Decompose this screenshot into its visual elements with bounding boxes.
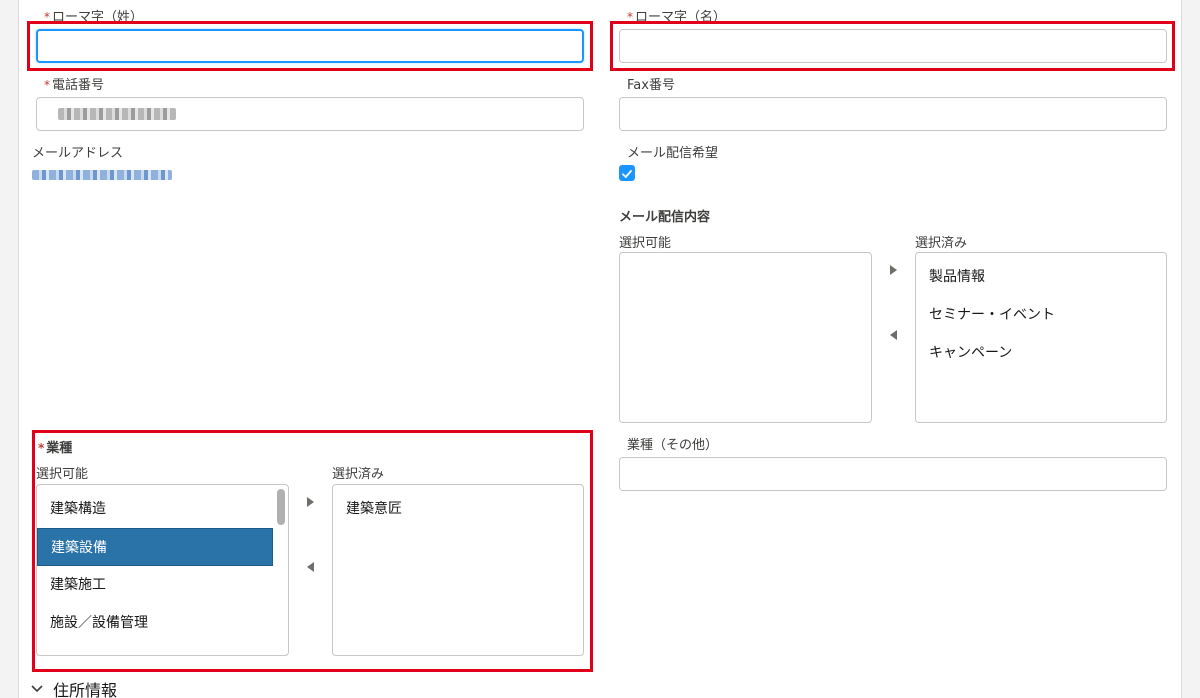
- industry-other-input[interactable]: [619, 457, 1167, 491]
- mail-optin-checkbox[interactable]: [619, 165, 635, 181]
- list-item[interactable]: セミナー・イベント: [916, 296, 1166, 334]
- list-item[interactable]: キャンペーン: [916, 334, 1166, 372]
- list-item-selected[interactable]: 建築設備: [37, 528, 273, 566]
- industry-available-list[interactable]: 建築構造 建築設備 建築施工 施設／設備管理: [36, 484, 289, 656]
- phone-input[interactable]: [36, 97, 584, 131]
- list-item[interactable]: 建築構造: [37, 490, 273, 528]
- highlight-box-romaji-first: [610, 21, 1175, 71]
- email-label: メールアドレス: [32, 146, 124, 161]
- list-item[interactable]: 施設／設備管理: [37, 604, 273, 642]
- move-left-arrow-icon[interactable]: [307, 562, 314, 572]
- chevron-down-icon: [31, 685, 43, 693]
- list-item[interactable]: 建築意匠: [333, 490, 583, 528]
- move-left-arrow-icon[interactable]: [890, 330, 897, 340]
- list-item[interactable]: 製品情報: [916, 258, 1166, 296]
- move-right-arrow-icon[interactable]: [307, 497, 314, 507]
- redacted-email-link[interactable]: [32, 170, 172, 180]
- industry-other-label: 業種（その他）: [627, 438, 719, 453]
- mail-content-selected-label: 選択済み: [915, 236, 968, 251]
- address-section-header[interactable]: 住所情報: [30, 680, 117, 698]
- redacted-phone-value: [58, 108, 176, 120]
- check-icon: [622, 170, 632, 178]
- move-right-arrow-icon[interactable]: [890, 265, 897, 275]
- mail-content-selected-list[interactable]: 製品情報 セミナー・イベント キャンペーン: [915, 252, 1167, 423]
- mail-optin-label: メール配信希望: [627, 146, 719, 161]
- scrollbar-thumb[interactable]: [277, 489, 285, 525]
- highlight-box-romaji-last: [27, 21, 593, 71]
- industry-selected-list[interactable]: 建築意匠: [332, 484, 584, 656]
- industry-selected-label: 選択済み: [332, 467, 385, 482]
- mail-content-available-list[interactable]: [619, 252, 872, 423]
- list-item[interactable]: 建築施工: [37, 566, 273, 604]
- mail-content-title: メール配信内容: [619, 210, 711, 225]
- industry-available-label: 選択可能: [36, 467, 89, 482]
- phone-label: * 電話番号: [44, 78, 105, 93]
- fax-label: Fax番号: [627, 78, 675, 93]
- industry-title: * 業種: [38, 441, 73, 456]
- address-section-title: 住所情報: [53, 681, 118, 698]
- mail-content-available-label: 選択可能: [619, 236, 672, 251]
- fax-input[interactable]: [619, 97, 1167, 131]
